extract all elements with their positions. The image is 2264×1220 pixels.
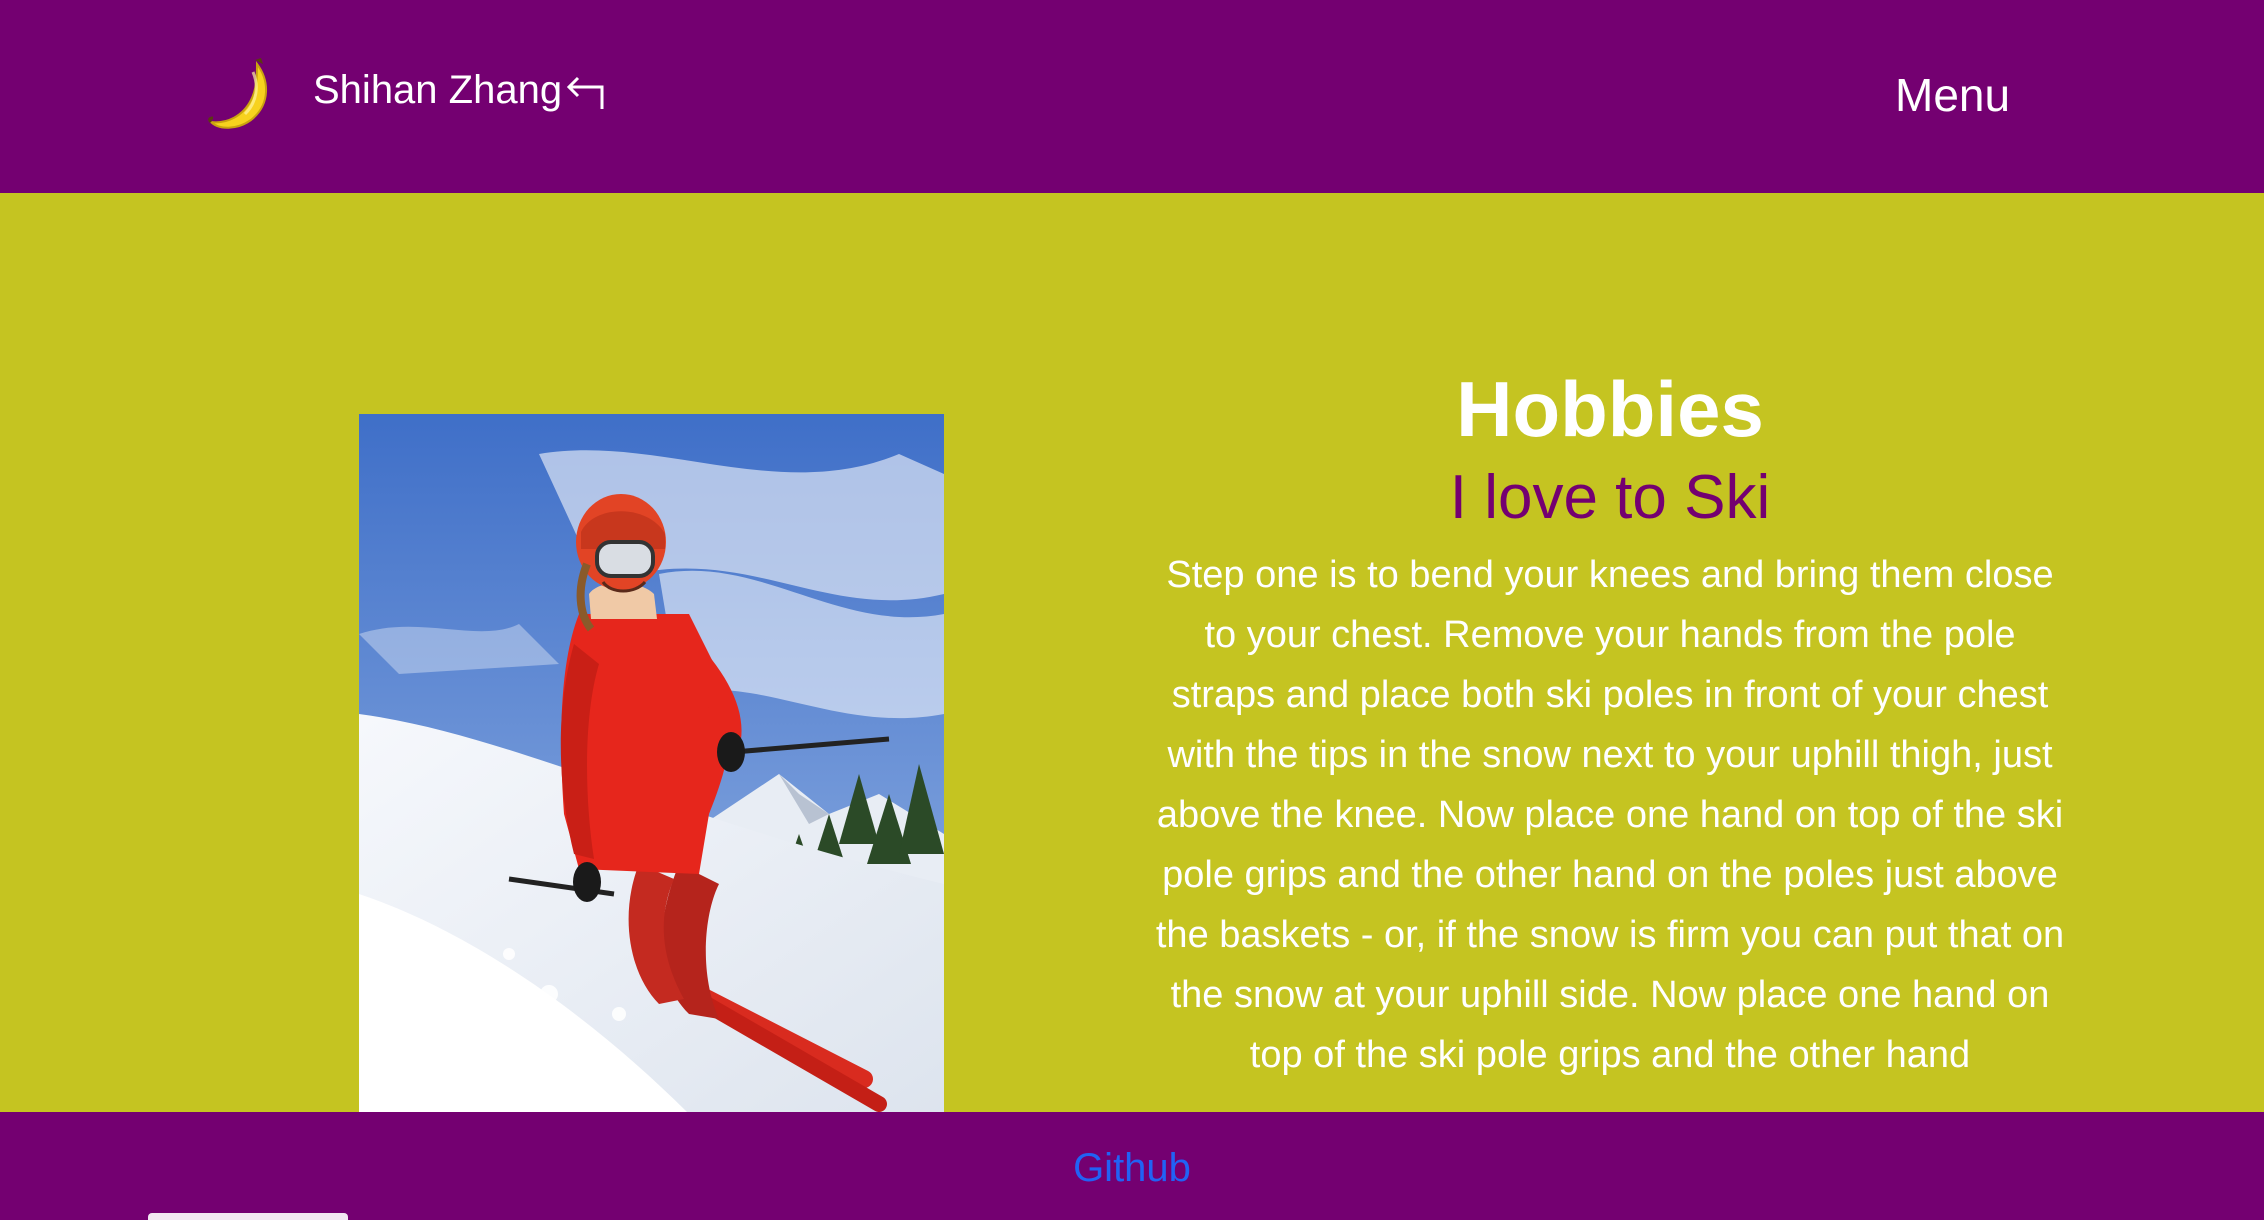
hobbies-content: Hobbies I love to Ski Step one is to ben…: [1150, 363, 2070, 1085]
site-footer: Github: [0, 1112, 2264, 1220]
main-section: Hobbies I love to Ski Step one is to ben…: [0, 193, 2264, 1112]
page-title: Hobbies: [1456, 365, 1764, 453]
skier-photo: [359, 414, 944, 1112]
return-arrow-icon[interactable]: [566, 73, 604, 111]
site-header: Shihan Zhang Menu: [0, 0, 2264, 193]
section-subtitle: I love to Ski: [1449, 463, 1771, 532]
horizontal-scrollbar[interactable]: [148, 1213, 348, 1220]
brand-name[interactable]: Shihan Zhang: [313, 66, 562, 114]
menu-button[interactable]: Menu: [1895, 68, 2010, 122]
banana-icon[interactable]: [207, 56, 277, 132]
github-link[interactable]: Github: [1073, 1146, 1191, 1190]
skier-illustration: [359, 414, 944, 1112]
hobby-description: Step one is to bend your knees and bring…: [1155, 554, 2065, 1076]
